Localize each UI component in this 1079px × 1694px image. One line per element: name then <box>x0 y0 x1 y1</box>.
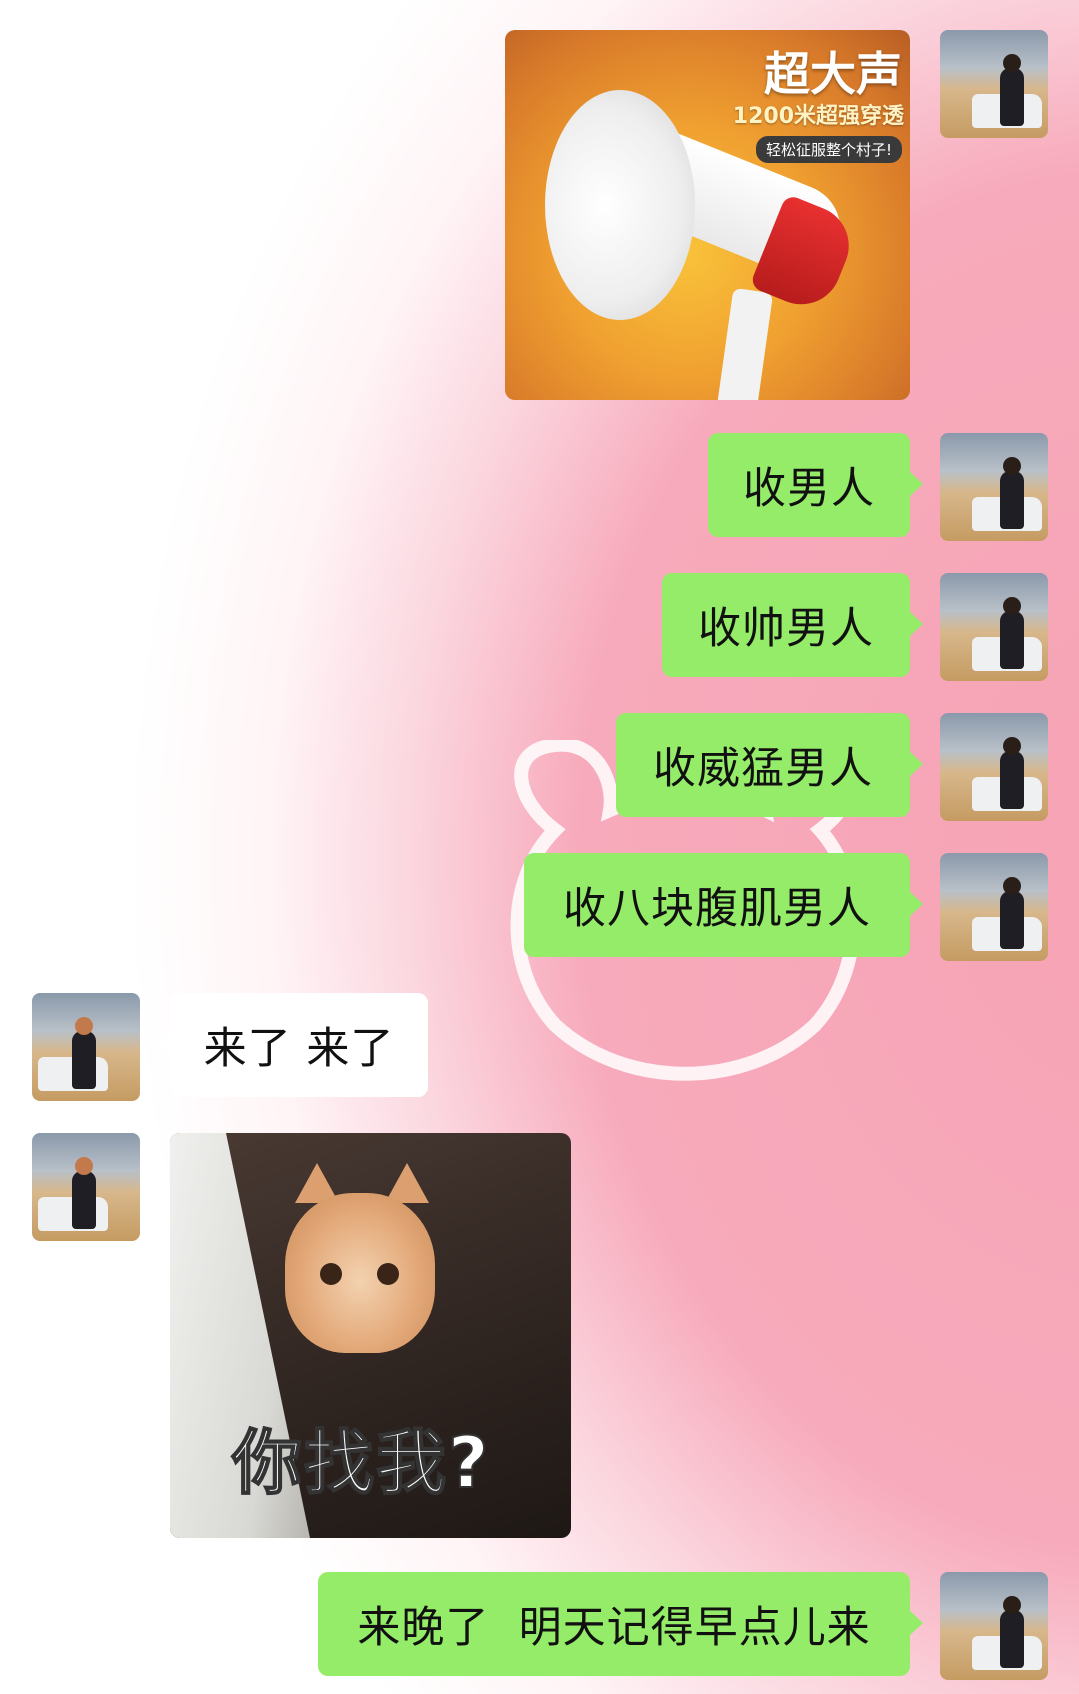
sticker-caption: 你找我? <box>231 1421 491 1505</box>
avatar-person <box>1000 611 1024 669</box>
avatar-person <box>1000 751 1024 809</box>
message-text: 来晚了 明天记得早点儿来 <box>357 1603 871 1653</box>
message-text: 收威猛男人 <box>653 744 873 794</box>
avatar-head <box>1003 737 1021 755</box>
avatar-person <box>1000 68 1024 126</box>
avatar-person <box>1000 471 1024 529</box>
avatar-person <box>72 1171 96 1229</box>
avatar-head <box>1003 54 1021 72</box>
megaphone-horn <box>545 90 695 320</box>
message-text: 来了 来了 <box>203 1024 395 1074</box>
self-avatar-icon[interactable] <box>940 573 1048 681</box>
product-title: 超大声 <box>764 47 902 101</box>
self-avatar-icon[interactable] <box>940 433 1048 541</box>
avatar-head <box>1003 877 1021 895</box>
message-text: 收八块腹肌男人 <box>563 884 871 934</box>
avatar-person <box>1000 1610 1024 1668</box>
avatar-head <box>1003 597 1021 615</box>
megaphone-handle <box>716 287 774 400</box>
product-tag: 轻松征服整个村子! <box>755 136 902 163</box>
self-avatar-icon[interactable] <box>940 853 1048 961</box>
sent-message-bubble[interactable]: 收男人 <box>708 433 923 537</box>
megaphone-product-image[interactable]: 超大声 1200米超强穿透 轻松征服整个村子! <box>505 30 910 400</box>
avatar-person <box>72 1031 96 1089</box>
self-avatar-icon[interactable] <box>940 1572 1048 1680</box>
cat-sticker-image[interactable]: 你找我? <box>170 1133 571 1538</box>
sent-message-bubble[interactable]: 来晚了 明天记得早点儿来 <box>318 1572 923 1676</box>
message-text: 收帅男人 <box>698 604 874 654</box>
contact-avatar-icon[interactable] <box>32 993 140 1101</box>
sent-message-bubble[interactable]: 收八块腹肌男人 <box>524 853 923 957</box>
product-subtitle: 1200米超强穿透 <box>732 104 904 129</box>
received-message-bubble[interactable]: 来了 来了 <box>157 993 428 1097</box>
cat-face <box>285 1193 435 1353</box>
avatar-person <box>1000 891 1024 949</box>
self-avatar-icon[interactable] <box>940 713 1048 821</box>
cat-eye <box>377 1263 399 1285</box>
message-text: 收男人 <box>743 464 875 514</box>
self-avatar-icon[interactable] <box>940 30 1048 138</box>
avatar-head <box>1003 457 1021 475</box>
cat-eye <box>320 1263 342 1285</box>
avatar-head <box>75 1157 93 1175</box>
avatar-head <box>75 1017 93 1035</box>
sent-message-bubble[interactable]: 收帅男人 <box>662 573 923 677</box>
contact-avatar-icon[interactable] <box>32 1133 140 1241</box>
sent-message-bubble[interactable]: 收威猛男人 <box>616 713 923 817</box>
avatar-head <box>1003 1596 1021 1614</box>
